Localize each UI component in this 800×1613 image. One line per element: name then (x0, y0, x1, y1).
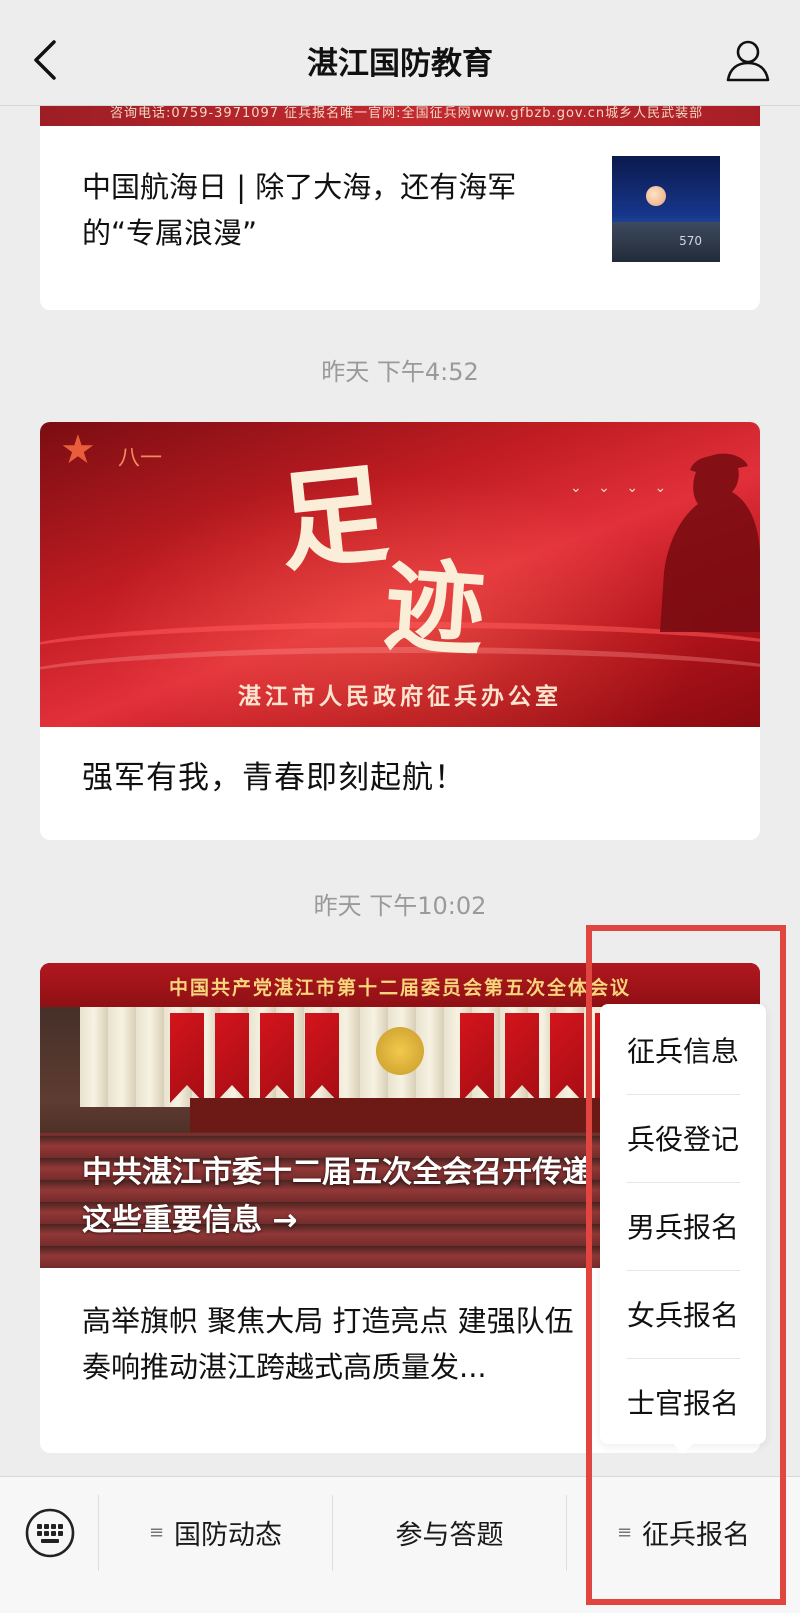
menu-tab-label: 征兵报名 (642, 1519, 751, 1551)
banner-strip: 咨询电话:0759-3971097 征兵报名唯一官网:全国征兵网www.gfbz… (40, 106, 760, 126)
page-title: 湛江国防教育 (307, 46, 493, 82)
calligraphy-char-2: 迹 (380, 545, 489, 671)
banner-strip-text: 咨询电话:0759-3971097 征兵报名唯一官网:全国征兵网www.gfbz… (110, 106, 704, 121)
ship-image (612, 222, 720, 262)
submenu-item-service-registration[interactable]: 兵役登记 (626, 1094, 740, 1182)
bottom-menu-bar: ≡ 国防动态 参与答题 ≡ 征兵报名 (0, 1476, 800, 1613)
star-icon: ★ (60, 427, 96, 473)
article-card-navy-day[interactable]: 咨询电话:0759-3971097 征兵报名唯一官网:全国征兵网www.gfbz… (40, 106, 760, 310)
article-headline[interactable]: 高举旗帜 聚焦大局 打造亮点 建强队伍 奏响推动湛江跨越式高质量发... (82, 1298, 582, 1390)
party-emblem-icon (376, 1027, 424, 1075)
article-thumbnail[interactable]: 570 (612, 156, 720, 262)
popup-pointer (673, 1444, 693, 1454)
cover-overlay-title[interactable]: 中共湛江市委十二届五次全会召开传递这些重要信息 → (82, 1149, 602, 1245)
article-headline[interactable]: 中国航海日 | 除了大海，还有海军的“专属浪漫” (82, 164, 582, 256)
rostrum (190, 1098, 610, 1132)
submenu-item-recruit-info[interactable]: 征兵信息 (626, 1006, 740, 1094)
menu-tab-defense-news[interactable]: ≡ 国防动态 (99, 1477, 332, 1587)
article-cover-image[interactable]: ★ 八一 足 迹 ⌄ ⌄ ⌄ ⌄ 湛江市人民政府征兵办公室 (40, 422, 760, 727)
timestamp: 昨天 下午4:52 (321, 358, 479, 386)
submenu-item-female-signup[interactable]: 女兵报名 (626, 1270, 740, 1358)
bayi-emblem-text: 八一 (118, 446, 163, 471)
menu-tab-label: 参与答题 (395, 1519, 504, 1551)
timestamp: 昨天 下午10:02 (313, 892, 487, 920)
submenu-item-male-signup[interactable]: 男兵报名 (626, 1182, 740, 1270)
moon-image (646, 186, 666, 206)
menu-tab-quiz[interactable]: 参与答题 (333, 1477, 566, 1587)
submenu-item-nco-signup[interactable]: 士官报名 (626, 1358, 740, 1446)
calligraphy-char-1: 足 (272, 450, 394, 588)
nav-header: 湛江国防教育 (0, 0, 800, 106)
keyboard-icon[interactable] (24, 1507, 76, 1559)
menu-tab-recruit-signup[interactable]: ≡ 征兵报名 (567, 1477, 800, 1587)
soldier-silhouette (660, 453, 760, 632)
submenu-indicator-icon: ≡ (148, 1521, 165, 1543)
ship-number: 570 (679, 234, 702, 248)
stage-banner: 中国共产党湛江市第十二届委员会第五次全体会议 (40, 963, 760, 1007)
recruit-submenu-popup: 征兵信息 兵役登记 男兵报名 女兵报名 士官报名 (600, 1004, 766, 1454)
stage-banner-text: 中国共产党湛江市第十二届委员会第五次全体会议 (168, 977, 631, 999)
cover-caption: 湛江市人民政府征兵办公室 (238, 684, 562, 710)
submenu-indicator-icon: ≡ (616, 1521, 633, 1543)
article-card-recruit[interactable]: ★ 八一 足 迹 ⌄ ⌄ ⌄ ⌄ 湛江市人民政府征兵办公室 强军有我，青春即刻起… (40, 422, 760, 840)
menu-tab-label: 国防动态 (174, 1519, 283, 1551)
user-icon[interactable] (724, 36, 772, 84)
article-headline[interactable]: 强军有我，青春即刻起航！ (82, 752, 466, 797)
